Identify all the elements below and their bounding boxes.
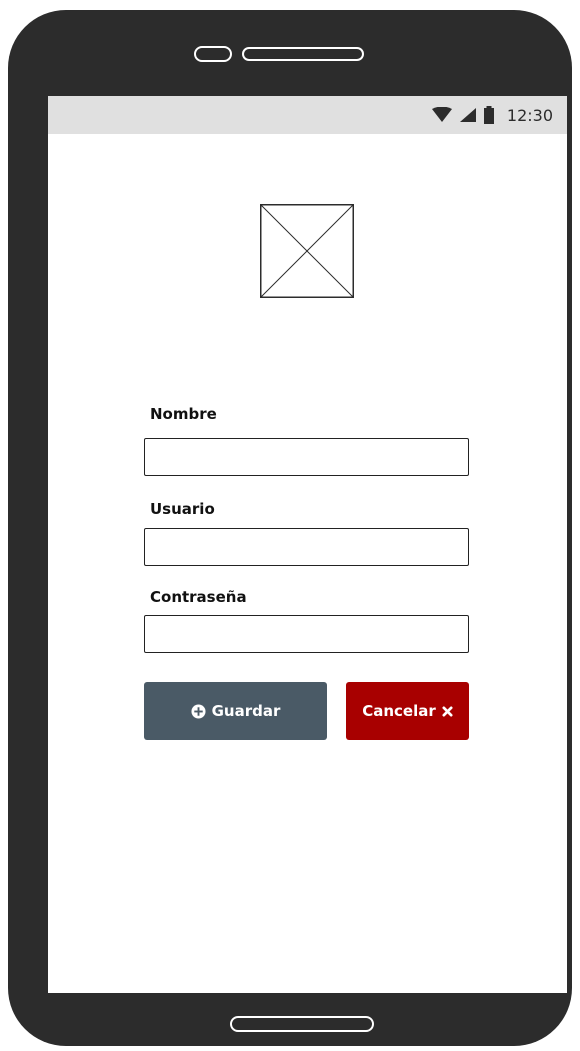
image-placeholder-icon [260,204,354,298]
home-button[interactable] [230,1016,374,1032]
wifi-icon [431,107,453,123]
cancel-button[interactable]: Cancelar [346,682,469,740]
close-icon [442,705,453,717]
battery-icon [483,106,495,124]
status-time: 12:30 [506,105,553,125]
save-button[interactable]: Guardar [144,682,327,740]
status-icons: 12:30 [431,96,553,134]
contrasena-input[interactable] [144,615,469,653]
earpiece-speaker [242,47,364,61]
status-bar: 12:30 [48,96,567,134]
nombre-label: Nombre [150,405,217,423]
usuario-input[interactable] [144,528,469,566]
phone-screen: 12:30 Nombre Usuario Contraseña Guardar … [48,96,567,993]
front-camera [194,46,232,62]
phone-frame: 12:30 Nombre Usuario Contraseña Guardar … [8,10,572,1046]
contrasena-label: Contraseña [150,588,247,606]
nombre-input[interactable] [144,438,469,476]
usuario-label: Usuario [150,500,215,518]
plus-circle-icon [191,703,206,719]
cellular-signal-icon [459,107,477,123]
save-button-label: Guardar [211,702,281,720]
cancel-button-label: Cancelar [362,702,436,720]
